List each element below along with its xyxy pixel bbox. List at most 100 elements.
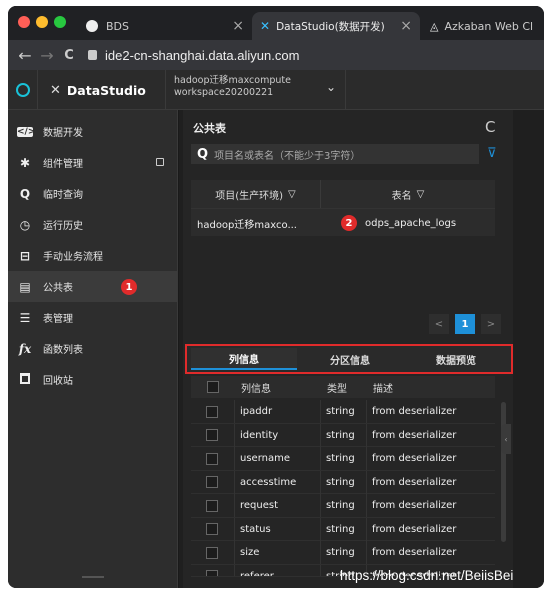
workspace-id: workspace20200221 (174, 87, 274, 98)
sidebar-item-label: 函数列表 (43, 345, 83, 356)
sidebar-item-label: 临时查询 (43, 190, 83, 201)
sidebar-item-table-management[interactable]: ☰ 表管理 (8, 302, 177, 333)
sidebar-item-label: 手动业务流程 (43, 252, 103, 263)
close-icon[interactable]: × (232, 18, 244, 34)
azkaban-icon: ◬ (430, 19, 439, 33)
row-checkbox[interactable] (206, 452, 218, 465)
column-type-cell: string (321, 517, 367, 541)
close-window-dot[interactable] (18, 16, 30, 28)
tab-bds[interactable]: BDS × (78, 12, 252, 40)
sidebar-item-public-tables[interactable]: ▤ 公共表 1 (8, 271, 177, 302)
column-desc-cell: from deserializer (372, 547, 457, 558)
row-checkbox[interactable] (206, 405, 218, 418)
tab-datastudio[interactable]: ✕ DataStudio(数据开发) × (252, 12, 420, 40)
checkbox-cell (191, 470, 235, 494)
url-field[interactable]: ide2-cn-shanghai.data.aliyun.com (105, 48, 299, 63)
workspace-name: hadoop迁移maxcompute (174, 75, 291, 86)
table-name-cell[interactable]: odps_apache_logs (365, 209, 456, 237)
column-desc-cell: from deserializer (372, 500, 457, 511)
row-checkbox[interactable] (206, 570, 218, 576)
url-watermark: https://blog.csdn.net/BeiisBei (340, 568, 514, 583)
datastudio-icon: ✕ (50, 82, 61, 98)
maximize-window-dot[interactable] (54, 16, 66, 28)
filter-icon[interactable]: ⊽ (487, 146, 497, 161)
sidebar-item-functions[interactable]: fx 函数列表 (8, 333, 177, 364)
table-row[interactable]: hadoop迁移maxco... 2 odps_apache_logs (191, 208, 495, 236)
select-all-checkbox[interactable] (207, 381, 219, 393)
prev-page-button[interactable]: < (429, 314, 449, 334)
sidebar-item-label: 公共表 (43, 283, 73, 294)
github-icon (86, 20, 98, 32)
component-icon: ✱ (19, 155, 31, 170)
tab-column-info[interactable]: 列信息 (191, 348, 297, 370)
sidebar-item-manual-workflow[interactable]: ⊟ 手动业务流程 (8, 240, 177, 271)
tab-data-preview[interactable]: 数据预览 (403, 348, 509, 370)
page-title: 公共表 (193, 122, 226, 135)
sidebar: </> 数据开发 ✱ 组件管理 Q 临时查询 ◷ 运行历史 ⊟ 手动业务流程 ▤… (8, 110, 178, 588)
search-input[interactable]: 项目名或表名（不能少于3字符） (214, 147, 360, 162)
row-checkbox[interactable] (206, 429, 218, 441)
row-checkbox[interactable] (206, 546, 218, 559)
table-row[interactable]: accesstime string from deserializer (191, 470, 495, 494)
checkbox-cell (191, 494, 235, 517)
briefcase-icon: ⊟ (19, 248, 31, 263)
row-checkbox[interactable] (206, 499, 218, 512)
column-desc-cell: from deserializer (372, 523, 457, 535)
column-header-name: 列信息 (241, 384, 271, 395)
table-icon: ▤ (19, 279, 31, 294)
row-checkbox[interactable] (206, 476, 218, 488)
collapse-handle[interactable]: ‹ (501, 424, 511, 454)
aliyun-logo-icon[interactable] (8, 70, 38, 110)
chevron-down-icon: ⌄ (326, 80, 337, 94)
sidebar-item-adhoc-query[interactable]: Q 临时查询 (8, 178, 177, 209)
table-row[interactable]: username string from deserializer (191, 447, 495, 471)
row-checkbox[interactable] (206, 523, 218, 535)
sidebar-resize-handle[interactable] (82, 576, 104, 578)
annotation-badge: 2 (341, 215, 357, 231)
table-row[interactable]: identity string from deserializer (191, 423, 495, 447)
table-row[interactable]: request string from deserializer (191, 494, 495, 518)
trash-icon (17, 372, 33, 387)
sidebar-item-label: 数据开发 (43, 128, 83, 139)
checkbox-cell (191, 400, 235, 423)
lock-icon (88, 50, 97, 60)
current-page-button[interactable]: 1 (455, 314, 475, 334)
annotation-badge: 1 (121, 279, 137, 295)
checkbox-cell (191, 517, 235, 541)
tab-label: Azkaban Web Cl (444, 19, 534, 33)
brand[interactable]: ✕ DataStudio (38, 70, 166, 110)
sidebar-item-recycle-bin[interactable]: 回收站 (8, 364, 177, 395)
scrollbar[interactable] (501, 402, 506, 542)
search-box[interactable]: Q 项目名或表名（不能少于3字符） (191, 144, 479, 164)
workspace-selector[interactable]: hadoop迁移maxcompute workspace20200221 ⌄ (166, 70, 346, 110)
tab-azkaban[interactable]: ◬ Azkaban Web Cl (422, 12, 544, 40)
next-page-button[interactable]: > (481, 314, 501, 334)
close-icon[interactable]: × (400, 18, 412, 34)
filter-icon[interactable]: ▽ (417, 189, 425, 200)
back-icon[interactable]: ← (14, 46, 36, 65)
minimize-window-dot[interactable] (36, 16, 48, 28)
column-header-desc: 描述 (373, 384, 393, 395)
tab-partition-info[interactable]: 分区信息 (297, 348, 403, 370)
tab-bar: BDS × ✕ DataStudio(数据开发) × ◬ Azkaban Web… (8, 6, 544, 40)
search-icon: Q (19, 186, 31, 201)
table-row[interactable]: status string from deserializer (191, 517, 495, 541)
sidebar-item-components[interactable]: ✱ 组件管理 (8, 147, 177, 178)
column-desc-cell: from deserializer (372, 406, 457, 417)
sidebar-item-data-dev[interactable]: </> 数据开发 (8, 116, 177, 147)
filter-icon[interactable]: ▽ (288, 189, 296, 200)
column-name-cell: accesstime (235, 470, 321, 494)
checkbox-cell (191, 447, 235, 470)
column-name-cell: status (235, 517, 321, 541)
column-type-cell: string (321, 494, 367, 517)
table-row[interactable]: ipaddr string from deserializer (191, 400, 495, 424)
refresh-icon[interactable]: C (485, 118, 495, 136)
table-row[interactable]: size string from deserializer (191, 541, 495, 565)
forward-icon[interactable]: → (36, 46, 58, 65)
sidebar-item-run-history[interactable]: ◷ 运行历史 (8, 209, 177, 240)
detail-header-row: 列信息 类型 描述 (191, 376, 495, 398)
column-header-table-name[interactable]: 表名 ▽ (321, 180, 495, 208)
reload-icon[interactable]: C (58, 48, 80, 63)
tab-label: DataStudio(数据开发) (276, 20, 385, 33)
column-header-project[interactable]: 项目(生产环境) ▽ (191, 180, 321, 208)
